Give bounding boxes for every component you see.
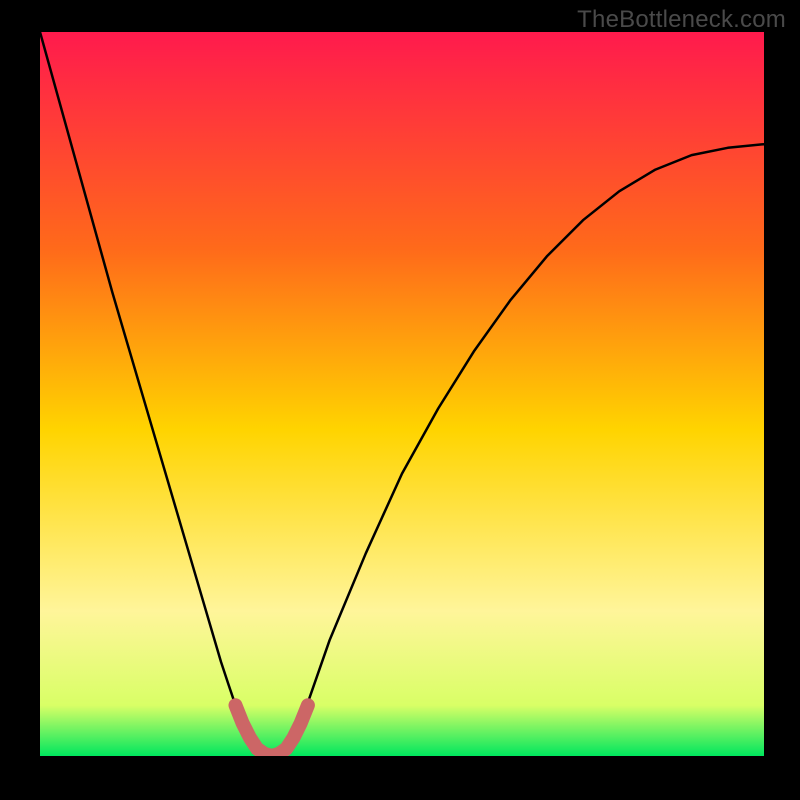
watermark-text: TheBottleneck.com (577, 6, 786, 34)
gradient-background (40, 32, 764, 756)
chart-svg (40, 32, 764, 756)
plot-area (40, 32, 764, 756)
chart-frame: TheBottleneck.com (0, 0, 800, 800)
